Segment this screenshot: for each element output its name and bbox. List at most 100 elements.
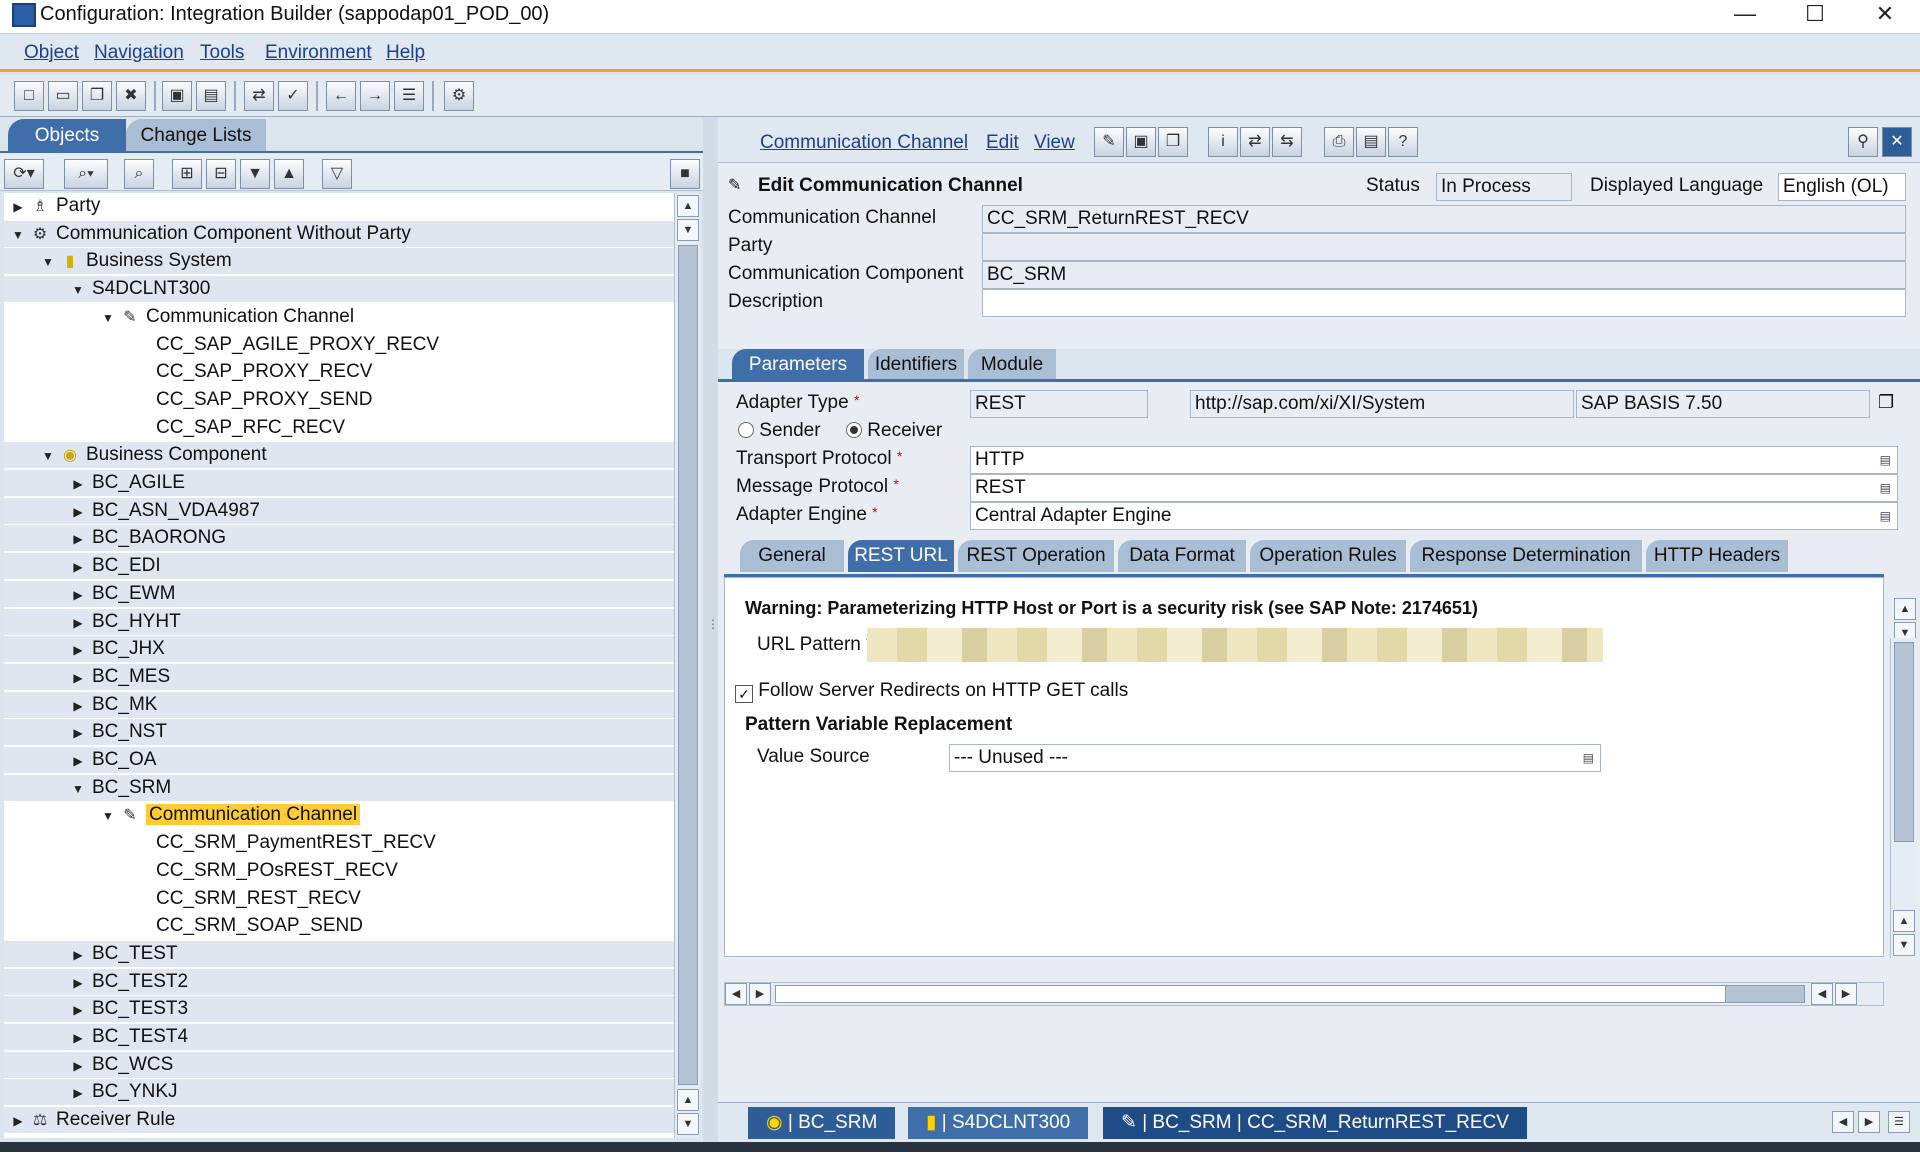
forward-icon[interactable]: → bbox=[360, 81, 390, 111]
collapse-arrow-icon[interactable]: ▼ bbox=[98, 305, 118, 331]
find-icon[interactable]: ⌕▾ bbox=[64, 159, 108, 189]
check-icon[interactable]: ✓ bbox=[278, 81, 308, 111]
expand-arrow-icon[interactable]: ▶ bbox=[68, 748, 88, 774]
tree-item[interactable]: CC_SAP_RFC_RECV bbox=[4, 415, 674, 441]
collapse-arrow-icon[interactable]: ▼ bbox=[68, 776, 88, 802]
tree-item[interactable]: CC_SRM_SOAP_SEND bbox=[4, 913, 674, 939]
tree-item[interactable]: ▶ BC_TEST3 bbox=[4, 996, 674, 1023]
value-help-icon[interactable]: ▤ bbox=[1880, 447, 1891, 473]
expand-arrow-icon[interactable]: ▶ bbox=[68, 637, 88, 663]
tree-item[interactable]: CC_SRM_REST_RECV bbox=[4, 886, 674, 912]
collapse-all-icon[interactable]: ⊟ bbox=[206, 159, 236, 189]
scroll-down-icon[interactable]: ▼ bbox=[677, 219, 699, 241]
edit-icon[interactable]: ✎ bbox=[1094, 127, 1124, 157]
displayed-language-select[interactable]: English (OL) bbox=[1778, 173, 1906, 201]
adapter-engine-select[interactable]: Central Adapter Engine ▤ bbox=[970, 502, 1898, 530]
expand-arrow-icon[interactable]: ▶ bbox=[68, 1025, 88, 1051]
tree-item[interactable]: ▶ BC_TEST4 bbox=[4, 1024, 674, 1050]
tree-item[interactable]: ▶ BC_TEST2 bbox=[4, 968, 674, 996]
menu-edit[interactable]: Edit bbox=[986, 132, 1019, 154]
menu-communication-channel[interactable]: Communication Channel bbox=[760, 132, 968, 154]
expand-arrow-icon[interactable]: ▶ bbox=[68, 610, 88, 636]
follow-redirects-checkbox[interactable]: ✓ Follow Server Redirects on HTTP GET ca… bbox=[735, 680, 1128, 703]
collapse-arrow-icon[interactable]: ▼ bbox=[8, 222, 28, 248]
tree-item[interactable]: CC_SAP_PROXY_RECV bbox=[4, 359, 674, 385]
tab-http-headers[interactable]: HTTP Headers bbox=[1646, 540, 1788, 572]
tab-data-format[interactable]: Data Format bbox=[1118, 540, 1246, 572]
value-source-select[interactable]: --- Unused --- ▤ bbox=[949, 744, 1601, 772]
scroll-right-icon[interactable]: ▶ bbox=[1835, 983, 1857, 1005]
expand-arrow-icon[interactable]: ▶ bbox=[68, 997, 88, 1023]
activate-icon[interactable]: ▤ bbox=[196, 81, 226, 111]
tree-item[interactable]: ▶ BC_AGILE bbox=[4, 470, 674, 496]
tree-item[interactable]: ▼ ⚙ Communication Component Without Party bbox=[4, 220, 674, 248]
collapse-arrow-icon[interactable]: ▼ bbox=[38, 249, 58, 275]
expand-arrow-icon[interactable]: ▶ bbox=[68, 693, 88, 719]
tree-item[interactable]: ▼ ▮ Business System bbox=[4, 248, 674, 275]
menu-environment[interactable]: Environment bbox=[265, 42, 372, 64]
tree-item[interactable]: ▼ BC_SRM bbox=[4, 774, 674, 802]
tree-item[interactable]: ▶ BC_WCS bbox=[4, 1051, 674, 1079]
tree-item[interactable]: ▶ BC_JHX bbox=[4, 636, 674, 663]
compare-icon[interactable]: ⇆ bbox=[1272, 127, 1302, 157]
tree-item[interactable]: CC_SRM_POsREST_RECV bbox=[4, 858, 674, 884]
tree-item[interactable]: ▶ BC_NST bbox=[4, 719, 674, 746]
scroll-up-icon[interactable]: ▲ bbox=[1894, 598, 1916, 620]
tree-item[interactable]: ▼ ◉ Business Component bbox=[4, 442, 674, 469]
delete-icon[interactable]: ✖ bbox=[116, 81, 146, 111]
expand-arrow-icon[interactable]: ▶ bbox=[68, 471, 88, 497]
collapse-icon[interactable]: ▲ bbox=[274, 159, 304, 189]
panel-splitter[interactable]: ⋮ bbox=[703, 117, 719, 1142]
expand-all-icon[interactable]: ⊞ bbox=[172, 159, 202, 189]
tree-item[interactable]: ▶ BC_OA bbox=[4, 747, 674, 773]
scroll-down-icon[interactable]: ▼ bbox=[1893, 934, 1915, 956]
where-used-icon[interactable]: ⇄ bbox=[1240, 127, 1270, 157]
help-icon[interactable]: ? bbox=[1388, 127, 1418, 157]
save-icon[interactable]: ▣ bbox=[1126, 127, 1156, 157]
expand-arrow-icon[interactable]: ▶ bbox=[68, 720, 88, 746]
panel-menu-icon[interactable]: ■ bbox=[670, 159, 700, 189]
tab-parameters[interactable]: Parameters bbox=[732, 349, 864, 381]
tree-item[interactable]: ▼ ✎ Communication Channel bbox=[4, 304, 674, 330]
tree-item[interactable]: ▶ BC_ASN_VDA4987 bbox=[4, 497, 674, 525]
open-tab-bc-srm[interactable]: ◉ | BC_SRM bbox=[748, 1107, 896, 1139]
menu-view[interactable]: View bbox=[1034, 132, 1075, 154]
history-icon[interactable]: ▤ bbox=[1356, 127, 1386, 157]
scroll-right-icon[interactable]: ▶ bbox=[749, 983, 771, 1005]
tree-item[interactable]: ▼ ✎ Communication Channel bbox=[4, 802, 674, 828]
tree-scrollbar[interactable]: ▲ ▼ ▲ ▼ bbox=[674, 193, 700, 1138]
tree-item[interactable]: ▶ BC_BAORONG bbox=[4, 525, 674, 552]
description-input[interactable] bbox=[982, 289, 1906, 317]
save-all-icon[interactable]: ▣ bbox=[162, 81, 192, 111]
info-icon[interactable]: i bbox=[1208, 127, 1238, 157]
minimize-icon[interactable]: — bbox=[1712, 0, 1778, 30]
tree-item[interactable]: ▼ S4DCLNT300 bbox=[4, 276, 674, 303]
print-icon[interactable]: ⎙ bbox=[1324, 127, 1354, 157]
new-icon[interactable]: □ bbox=[14, 81, 44, 111]
transport-icon[interactable]: ⇄ bbox=[244, 81, 274, 111]
expand-arrow-icon[interactable]: ▶ bbox=[68, 1053, 88, 1079]
expand-arrow-icon[interactable]: ▶ bbox=[68, 499, 88, 525]
scroll-up-icon[interactable]: ▲ bbox=[677, 1089, 699, 1111]
maximize-icon[interactable]: ☐ bbox=[1782, 0, 1848, 30]
collapse-arrow-icon[interactable]: ▼ bbox=[98, 803, 118, 829]
horizontal-scrollbar[interactable]: ◀ ▶ ◀ ▶ bbox=[724, 982, 1884, 1006]
menu-help[interactable]: Help bbox=[386, 42, 425, 64]
open-icon[interactable]: ▭ bbox=[48, 81, 78, 111]
expand-arrow-icon[interactable]: ▶ bbox=[8, 1108, 28, 1134]
value-help-icon[interactable]: ▤ bbox=[1880, 503, 1891, 529]
copy-icon[interactable]: ❐ bbox=[1158, 127, 1188, 157]
expand-arrow-icon[interactable]: ▶ bbox=[8, 194, 28, 220]
collapse-arrow-icon[interactable]: ▼ bbox=[68, 277, 88, 303]
collapse-arrow-icon[interactable]: ▼ bbox=[38, 443, 58, 469]
expand-arrow-icon[interactable]: ▶ bbox=[68, 665, 88, 691]
expand-arrow-icon[interactable]: ▶ bbox=[68, 970, 88, 996]
close-editor-icon[interactable]: ✕ bbox=[1882, 127, 1912, 157]
tab-operation-rules[interactable]: Operation Rules bbox=[1250, 540, 1406, 572]
expand-arrow-icon[interactable]: ▶ bbox=[68, 554, 88, 580]
scroll-thumb[interactable] bbox=[1894, 642, 1914, 842]
sender-radio[interactable]: Sender bbox=[738, 420, 821, 442]
list-icon[interactable]: ☰ bbox=[394, 81, 424, 111]
scroll-left-icon[interactable]: ◀ bbox=[1811, 983, 1833, 1005]
tree-item[interactable]: CC_SAP_PROXY_SEND bbox=[4, 387, 674, 413]
